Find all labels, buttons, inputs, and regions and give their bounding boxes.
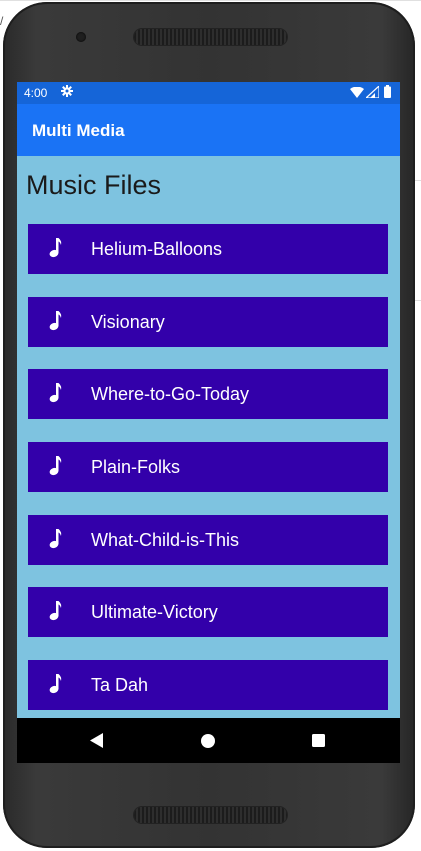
status-time: 4:00 <box>24 86 48 100</box>
track-label: Ultimate-Victory <box>91 602 218 622</box>
track-item-helium-balloons[interactable]: Helium-Balloons <box>28 224 388 274</box>
gear-icon <box>61 85 73 97</box>
front-camera <box>76 32 86 42</box>
battery-icon <box>384 85 391 98</box>
recents-icon[interactable] <box>312 734 325 747</box>
music-note-icon <box>49 529 62 549</box>
music-note-icon <box>49 601 62 621</box>
music-note-icon <box>49 456 62 476</box>
track-item-what-child-is-this[interactable]: What-Child-is-This <box>28 515 388 565</box>
music-note-icon <box>49 674 62 694</box>
track-item-plain-folks[interactable]: Plain-Folks <box>28 442 388 492</box>
home-icon[interactable] <box>201 734 215 748</box>
navigation-bar <box>17 718 400 763</box>
music-note-icon <box>49 311 62 331</box>
track-item-visionary[interactable]: Visionary <box>28 297 388 347</box>
app-title: Multi Media <box>32 121 125 140</box>
track-label: Helium-Balloons <box>91 239 223 259</box>
desktop-edge-line <box>0 0 421 1</box>
app-bar: Multi Media <box>17 104 400 156</box>
track-item-ultimate-victory[interactable]: Ultimate-Victory <box>28 587 388 637</box>
track-label: Where-to-Go-Today <box>91 384 250 404</box>
status-bar: 4:00 <box>17 82 400 104</box>
device-screen: 4:00 Multi Media Music Files Helium-Ball… <box>17 82 400 763</box>
track-label: Plain-Folks <box>91 457 181 477</box>
desktop-edge-strip <box>414 300 421 781</box>
signal-icon <box>366 86 379 98</box>
track-label: Visionary <box>91 312 165 332</box>
track-item-where-to-go-today[interactable]: Where-to-Go-Today <box>28 369 388 419</box>
track-label: Ta Dah <box>91 675 149 695</box>
track-label: What-Child-is-This <box>91 530 240 550</box>
earpiece-speaker <box>134 29 287 45</box>
music-note-icon <box>49 238 62 258</box>
bottom-speaker <box>134 807 287 823</box>
track-item-ta-dah[interactable]: Ta Dah <box>28 660 388 710</box>
music-note-icon <box>49 383 62 403</box>
wifi-icon <box>350 87 364 98</box>
page-title: Music Files <box>26 170 162 200</box>
desktop-edge-strip <box>414 180 421 281</box>
back-icon[interactable] <box>90 733 104 748</box>
desktop-edge-glyph: / <box>0 14 4 28</box>
